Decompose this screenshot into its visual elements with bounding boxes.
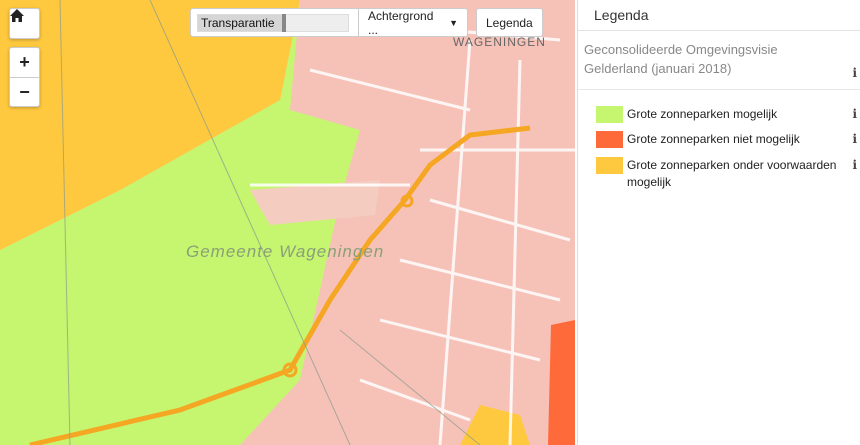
legend-header: Legenda: [578, 0, 860, 31]
legend-item: Grote zonneparken niet mogelijk i: [596, 131, 860, 148]
legend-button[interactable]: Legenda: [476, 8, 543, 37]
background-label: Achtergrond ...: [368, 8, 434, 37]
map-canvas[interactable]: [0, 0, 575, 445]
info-icon[interactable]: i: [852, 131, 857, 148]
background-dropdown[interactable]: Achtergrond ... ▼: [359, 8, 468, 37]
transparency-slider[interactable]: Transparantie: [190, 8, 359, 37]
legend-swatch: [596, 131, 623, 148]
info-icon[interactable]: i: [852, 66, 857, 80]
legend-item-label: Grote zonneparken onder voorwaarden moge…: [627, 158, 837, 189]
town-label: WAGENINGEN: [453, 35, 546, 49]
legend-swatch: [596, 157, 623, 174]
zoom-in-button[interactable]: +: [10, 48, 39, 77]
legend-panel: Legenda Geconsolideerde Omgevingsvisie G…: [577, 0, 860, 445]
area-niet-mogelijk: [548, 320, 575, 445]
transparency-label: Transparantie: [201, 15, 275, 30]
map-toolbar: Transparantie Achtergrond ... ▼ Legenda: [190, 8, 543, 37]
home-button[interactable]: [9, 8, 40, 39]
zoom-control: + −: [9, 47, 40, 107]
legend-item: Grote zonneparken onder voorwaarden moge…: [596, 157, 860, 191]
legend-item-label: Grote zonneparken mogelijk: [627, 107, 778, 121]
info-icon[interactable]: i: [852, 106, 857, 123]
legend-item-label: Grote zonneparken niet mogelijk: [627, 132, 800, 146]
municipality-label: Gemeente Wageningen: [186, 242, 385, 261]
map-view[interactable]: WAGENINGEN Gemeente Wageningen + − Trans…: [0, 0, 575, 445]
area-urban: [300, 0, 575, 445]
layer-title: Geconsolideerde Omgevingsvisie Gelderlan…: [584, 42, 778, 76]
transparency-track[interactable]: Transparantie: [197, 13, 349, 32]
divider: [578, 89, 860, 90]
legend-item: Grote zonneparken mogelijk i: [596, 106, 860, 123]
info-icon[interactable]: i: [852, 157, 857, 174]
caret-down-icon: ▼: [449, 17, 458, 28]
legend-swatch: [596, 106, 623, 123]
zoom-out-button[interactable]: −: [10, 77, 39, 107]
transparency-handle[interactable]: [281, 13, 286, 32]
